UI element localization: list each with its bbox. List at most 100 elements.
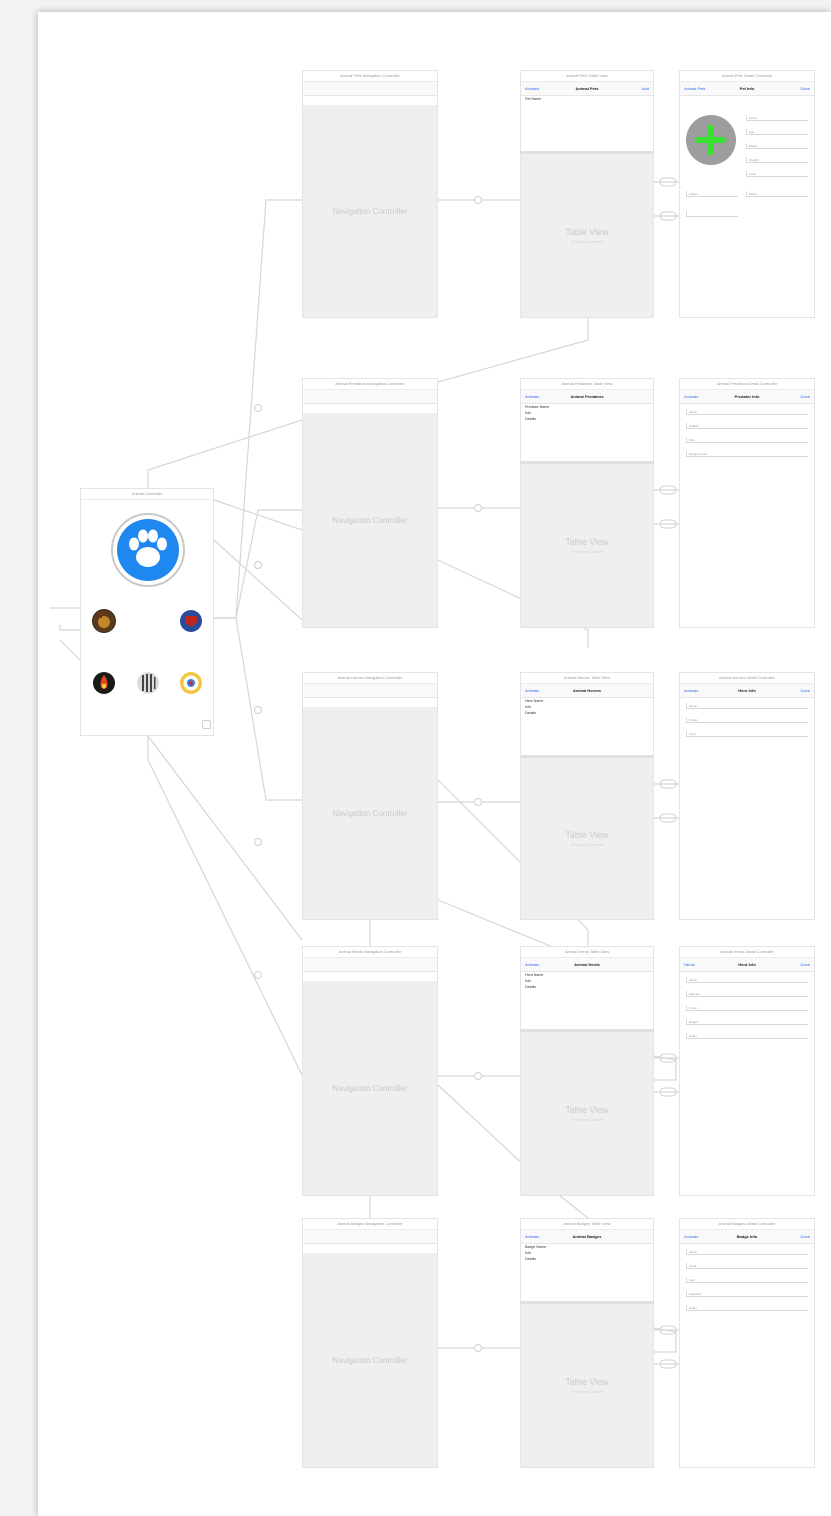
table-placeholder: Table View <box>565 1377 609 1387</box>
table-view-scene[interactable]: Animal Herds Table View Animals Animal Her… <box>520 946 654 1196</box>
nav-placeholder: Navigation Controller <box>332 206 408 216</box>
nav-title: Animal Badges <box>572 1234 602 1239</box>
table-view-scene[interactable]: Animal Pets Table View Animals Animal Pets… <box>520 70 654 318</box>
scene-title: Animal Badges Table View <box>521 1219 653 1230</box>
nav-placeholder: Navigation Controller <box>332 808 408 818</box>
scene-title: Animal Predators Navigation Controller <box>303 379 437 390</box>
detail-field[interactable]: Year <box>686 1277 808 1283</box>
detail-field[interactable]: Name <box>686 703 808 709</box>
scene-title: Animal Herds Table View <box>521 947 653 958</box>
detail-field[interactable]: Species <box>686 991 808 997</box>
nav-bar <box>303 1230 437 1244</box>
scene-title: Animal Controller <box>81 489 213 500</box>
navigation-controller-scene[interactable]: Animal Predators Navigation Controller Na… <box>302 378 438 628</box>
navigation-controller-scene[interactable]: Animal Badges Navigation Controller Navig… <box>302 1218 438 1468</box>
detail-field[interactable]: Story <box>686 731 808 737</box>
navigation-controller-scene[interactable]: Animal Herds Navigation Controller Naviga… <box>302 946 438 1196</box>
detail-view-scene[interactable]: Animal Badges Detail Controller Animals Ba… <box>679 1218 815 1468</box>
table-placeholder: Table View <box>565 227 609 237</box>
prototype-placeholder: Prototype Content <box>570 239 604 244</box>
scene-title: Animal Herds Navigation Controller <box>303 947 437 958</box>
add-button[interactable]: Add <box>642 82 649 95</box>
add-photo-icon[interactable] <box>686 115 736 165</box>
done-button[interactable]: Done <box>800 390 810 403</box>
detail-nav-bar: Animals Badge Info Done <box>680 1230 814 1244</box>
nav-title: Animal Pets <box>575 86 599 91</box>
detail-field[interactable]: Weight <box>746 157 808 163</box>
navigation-controller-scene[interactable]: Animal Heroes Navigation Controller Navig… <box>302 672 438 920</box>
detail-field[interactable]: Breed <box>746 143 808 149</box>
scene-title: Animal Herds Detail Controller <box>680 947 814 958</box>
detail-view-scene[interactable]: Animal Heroes Detail Controller Animals He… <box>679 672 815 920</box>
initial-view-controller[interactable]: Animal Controller <box>80 488 214 736</box>
fire-avatar-icon[interactable] <box>92 671 116 695</box>
detail-field[interactable]: Name <box>686 409 808 415</box>
table-view-scene[interactable]: Animal Badges Table View Animals Animal Ba… <box>520 1218 654 1468</box>
detail-field-secondary[interactable] <box>686 211 738 217</box>
nav-bar <box>303 684 437 698</box>
lion-avatar-icon[interactable] <box>92 609 116 633</box>
nav-title: Animal Heroes <box>572 688 601 693</box>
table-placeholder: Table View <box>565 537 609 547</box>
detail-field[interactable]: Notes <box>686 1033 808 1039</box>
table-placeholder: Table View <box>565 1105 609 1115</box>
paw-logo-frame[interactable] <box>111 513 185 587</box>
exit-icon[interactable] <box>202 720 211 729</box>
nav-controller-body: Navigation Controller <box>303 707 437 919</box>
detail-field[interactable]: Count <box>686 1005 808 1011</box>
done-button[interactable]: Done <box>800 958 810 971</box>
prototype-cell[interactable]: Predator Name Info Details <box>521 404 653 454</box>
done-button[interactable]: Done <box>800 82 810 95</box>
nav-controller-body: Navigation Controller <box>303 1253 437 1467</box>
prototype-cell[interactable]: Herd Name Info Details <box>521 972 653 1022</box>
scene-title: Animal Heroes Navigation Controller <box>303 673 437 684</box>
detail-field[interactable]: Notes <box>686 1305 808 1311</box>
paw-icon[interactable] <box>117 519 179 581</box>
scene-title: Animal Predators Table View <box>521 379 653 390</box>
done-button[interactable]: Done <box>800 684 810 697</box>
detail-view-scene[interactable]: Animal Herds Detail Controller Herds Herd … <box>679 946 815 1196</box>
detail-view-scene[interactable]: Animal Predators Detail Controller Animal… <box>679 378 815 628</box>
scene-title: Animal Badges Navigation Controller <box>303 1219 437 1230</box>
scene-title: Animal Pets Navigation Controller <box>303 71 437 82</box>
detail-field[interactable]: Name <box>746 115 808 121</box>
prototype-cell[interactable]: Pet Name <box>521 96 653 148</box>
prototype-cell[interactable]: Hero Name Info Details <box>521 698 653 748</box>
detail-field[interactable]: Danger Level <box>686 451 808 457</box>
detail-field[interactable]: Owner <box>686 191 738 197</box>
detail-field[interactable]: Diet <box>686 437 808 443</box>
detail-field[interactable]: Color <box>746 171 808 177</box>
table-view-body: Table View Prototype Content <box>521 1029 653 1195</box>
table-nav-bar: Animals Animal Heroes <box>521 684 653 698</box>
nav-title: Hero Info <box>738 688 756 693</box>
shield-avatar-icon[interactable] <box>179 609 203 633</box>
detail-field[interactable]: Notes <box>746 191 808 197</box>
detail-field[interactable]: Awarded <box>686 1291 808 1297</box>
detail-field[interactable]: Region <box>686 1019 808 1025</box>
nav-placeholder: Navigation Controller <box>332 515 408 525</box>
nav-placeholder: Navigation Controller <box>332 1083 408 1093</box>
table-view-scene[interactable]: Animal Heroes Table View Animals Animal He… <box>520 672 654 920</box>
table-view-body: Table View Prototype Content <box>521 151 653 317</box>
zebra-avatar-icon[interactable] <box>136 671 160 695</box>
nav-title: Badge Info <box>736 1234 758 1239</box>
detail-field[interactable]: Habitat <box>686 423 808 429</box>
nav-title: Animal Herds <box>574 962 600 967</box>
detail-field[interactable]: Name <box>686 977 808 983</box>
cell-label: Details <box>525 711 536 715</box>
detail-nav-bar: Herds Herd Info Done <box>680 958 814 972</box>
prototype-placeholder: Prototype Content <box>570 549 604 554</box>
table-nav-bar: Animals Animal Badges <box>521 1230 653 1244</box>
detail-field[interactable]: Age <box>746 129 808 135</box>
table-placeholder: Table View <box>565 830 609 840</box>
detail-view-scene[interactable]: Animal Pets Detail Controller Animal Pets… <box>679 70 815 318</box>
prototype-cell[interactable]: Badge Name Info Details <box>521 1244 653 1294</box>
badge-avatar-icon[interactable] <box>179 671 203 695</box>
done-button[interactable]: Done <box>800 1230 810 1243</box>
detail-field[interactable]: Name <box>686 1249 808 1255</box>
nav-title: Pet Info <box>739 86 755 91</box>
detail-field[interactable]: Level <box>686 1263 808 1269</box>
detail-field[interactable]: Power <box>686 717 808 723</box>
table-view-scene[interactable]: Animal Predators Table View Animals Animal… <box>520 378 654 628</box>
navigation-controller-scene[interactable]: Animal Pets Navigation Controller Navigat… <box>302 70 438 318</box>
